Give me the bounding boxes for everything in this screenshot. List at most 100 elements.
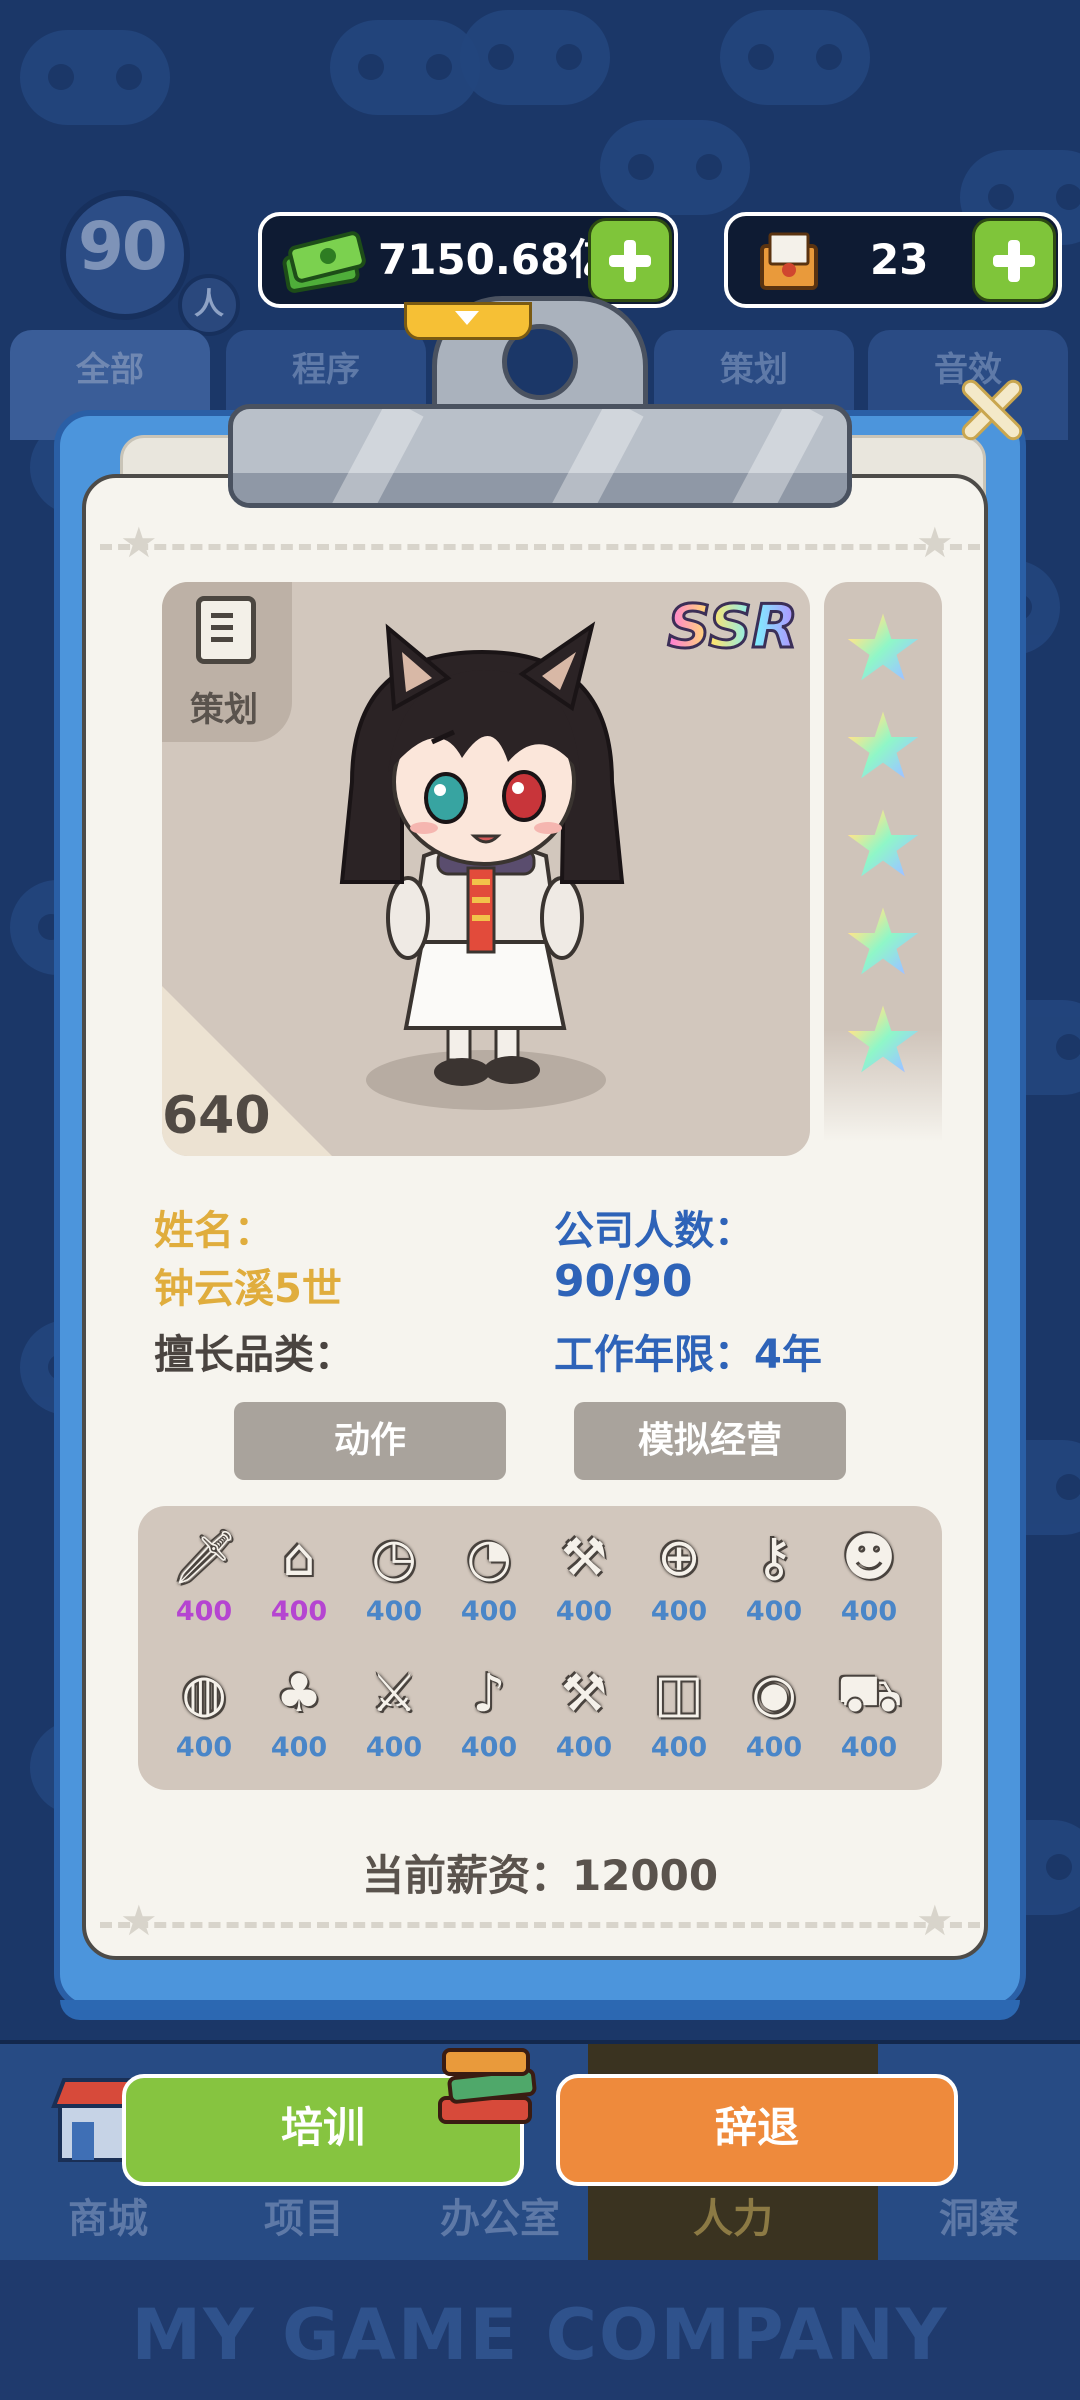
star-rating: ★ ★ ★ ★ ★ <box>824 582 942 1142</box>
devil-icon: ☻ <box>841 1528 897 1588</box>
footer-brand: MY GAME COMPANY <box>131 2294 949 2376</box>
skill-item: ♣ 400 <box>259 1662 339 1782</box>
nav-hr-label: 人力 <box>693 2196 773 2242</box>
power-value: 640 <box>162 1086 271 1146</box>
rainbow-star-icon: ★ <box>838 995 928 1087</box>
mail-count: 23 <box>870 235 929 284</box>
star-deco-icon: ★ <box>120 518 158 567</box>
dismiss-button[interactable]: 辞退 <box>556 2074 958 2186</box>
company-size-value: 90/90 <box>554 1256 693 1307</box>
music-note-icon: ♪ <box>472 1664 506 1724</box>
skill-item: ◍ 400 <box>164 1662 244 1782</box>
skill-value: 400 <box>365 1732 423 1763</box>
headcount-unit: 人 <box>178 274 240 336</box>
dismiss-button-label: 辞退 <box>714 2103 799 2152</box>
skill-value: 400 <box>745 1732 803 1763</box>
tools-icon: ⚒ <box>560 1528 608 1588</box>
skills-panel: 🗡 400 ⌂ 400 ◷ 400 ◔ 400 ⚒ 400 ⊕ 400 ⚷ 400 ☻ 400 ◍ 400 ♣ 400… <box>138 1506 942 1790</box>
add-money-button[interactable] <box>588 218 672 302</box>
nav-projects-label: 项目 <box>264 2196 344 2242</box>
skill-item: ⚔ 400 <box>354 1662 434 1782</box>
salary-value: 当前薪资：12000 <box>361 1851 719 1900</box>
sword-icon: 🗡 <box>172 1528 239 1588</box>
skill-value: 400 <box>650 1732 708 1763</box>
skill-item: ◉ 400 <box>734 1662 814 1782</box>
basketball-icon: ◉ <box>751 1664 797 1724</box>
skill-item: ⚒ 400 <box>544 1526 624 1646</box>
crossed-swords-icon: ⚔ <box>370 1664 418 1724</box>
skill-item: ☻ 400 <box>829 1526 909 1646</box>
nav-insight-label: 洞察 <box>939 2196 1019 2242</box>
money-value: 7150.68亿 <box>378 235 612 284</box>
role-label: 策划 <box>190 690 258 730</box>
skill-value: 400 <box>555 1596 613 1627</box>
skill-value: 400 <box>365 1596 423 1627</box>
skill-value: 400 <box>175 1596 233 1627</box>
specialty-label: 擅长品类： <box>154 1332 354 1378</box>
puzzle-icon: ◫ <box>654 1664 704 1724</box>
train-button-label: 培训 <box>280 2103 365 2152</box>
rainbow-star-icon: ★ <box>838 701 928 793</box>
role-badge: 策划 <box>162 582 292 742</box>
skill-value: 400 <box>745 1596 803 1627</box>
skill-item: ◷ 400 <box>354 1526 434 1646</box>
employee-name: 钟云溪5世 <box>154 1266 342 1312</box>
skill-item: ⚷ 400 <box>734 1526 814 1646</box>
controller-pattern-icon <box>720 10 870 105</box>
star-deco-icon: ★ <box>916 1896 954 1945</box>
mail-icon <box>760 232 818 290</box>
shop-icon: ⌂ <box>282 1528 316 1588</box>
headcount-badge[interactable]: 90 人 <box>60 190 240 336</box>
divider-bottom <box>100 1922 980 1928</box>
train-button[interactable]: 培训 <box>122 2048 537 2186</box>
simulate-button[interactable]: 模拟经营 <box>574 1402 846 1480</box>
mail-display: 23 <box>724 212 1062 308</box>
skill-item: ⌂ 400 <box>259 1526 339 1646</box>
skill-value: 400 <box>840 1596 898 1627</box>
skill-value: 400 <box>270 1732 328 1763</box>
money-display: 7150.68亿 <box>258 212 678 308</box>
company-size-label: 公司人数： <box>554 1208 754 1254</box>
skill-item: 🗡 400 <box>164 1526 244 1646</box>
skill-value: 400 <box>460 1732 518 1763</box>
footer: MY GAME COMPANY <box>0 2260 1080 2400</box>
cash-icon <box>282 231 366 293</box>
skill-item: ◔ 400 <box>449 1526 529 1646</box>
pacman-icon: ◔ <box>466 1528 512 1588</box>
axe-icon: ⚒ <box>560 1664 608 1724</box>
planning-icon <box>196 596 256 664</box>
add-mail-button[interactable] <box>972 218 1056 302</box>
skill-value: 400 <box>650 1596 708 1627</box>
divider-top <box>100 544 980 550</box>
rainbow-star-icon: ★ <box>838 799 928 891</box>
star-deco-icon: ★ <box>120 1896 158 1945</box>
skill-item: ◫ 400 <box>639 1662 719 1782</box>
nav-office-label: 办公室 <box>440 2196 560 2242</box>
rainbow-star-icon: ★ <box>838 603 928 695</box>
controller-pattern-icon <box>600 120 750 215</box>
action-button[interactable]: 动作 <box>234 1402 506 1480</box>
skill-value: 400 <box>840 1732 898 1763</box>
skill-value: 400 <box>460 1596 518 1627</box>
nav-shop-label: 商城 <box>68 2196 148 2242</box>
star-deco-icon: ★ <box>916 518 954 567</box>
skill-item: ♪ 400 <box>449 1662 529 1782</box>
rarity-badge: SSR <box>666 591 799 664</box>
skill-item: ⊕ 400 <box>639 1526 719 1646</box>
skill-value: 400 <box>175 1732 233 1763</box>
controller-pattern-icon <box>20 30 170 125</box>
skill-item: ⚒ 400 <box>544 1662 624 1782</box>
close-icon[interactable] <box>960 378 1024 442</box>
controller-pattern-icon <box>330 20 480 115</box>
crosshair-icon: ⊕ <box>657 1528 701 1588</box>
skill-item: ⛟ 400 <box>829 1662 909 1782</box>
tenure-value: 工作年限：4年 <box>554 1332 822 1378</box>
car-icon: ⛟ <box>837 1664 903 1724</box>
name-label: 姓名： <box>154 1208 274 1254</box>
globe-icon: ◍ <box>181 1664 227 1724</box>
collapse-arrow-icon[interactable] <box>404 302 532 340</box>
key-icon: ⚷ <box>754 1528 794 1588</box>
rainbow-star-icon: ★ <box>838 897 928 989</box>
books-icon <box>438 2048 537 2124</box>
stopwatch-icon: ◷ <box>371 1528 417 1588</box>
